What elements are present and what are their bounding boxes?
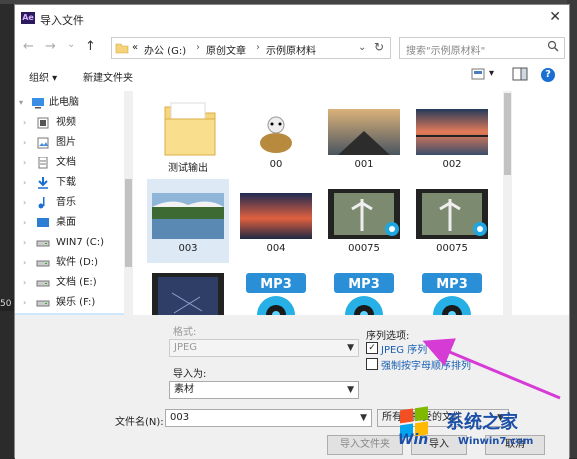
site-watermark: Win 系统之家 Winwin7.com: [388, 402, 577, 458]
annotation-arrow: [422, 338, 561, 400]
watermark-url: Winwin7.com: [458, 436, 534, 447]
logo-text: Win: [398, 432, 429, 448]
watermark-title: 系统之家: [446, 412, 518, 433]
